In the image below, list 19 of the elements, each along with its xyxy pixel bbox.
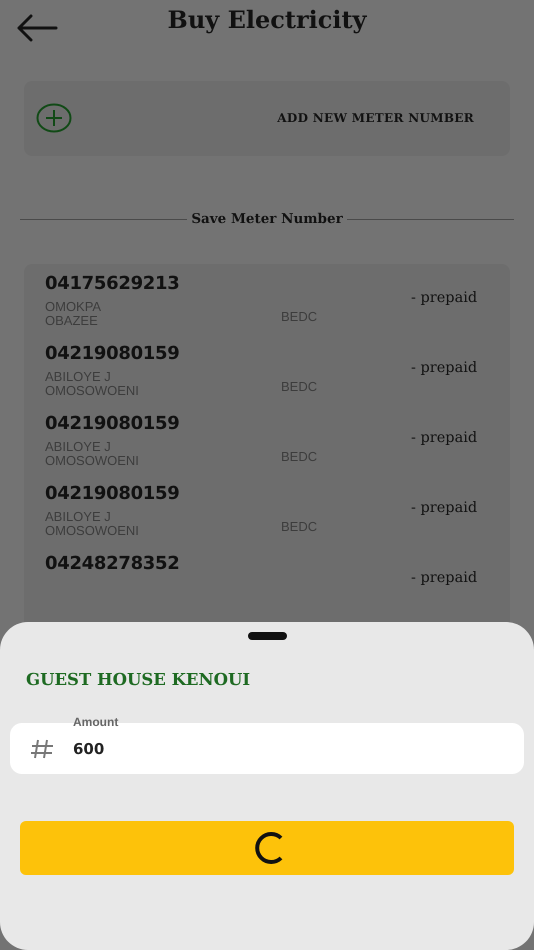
sheet-title: GUEST HOUSE KENOUI bbox=[26, 670, 252, 689]
hash-icon bbox=[30, 738, 54, 760]
section-title: Save Meter Number bbox=[191, 211, 343, 227]
add-meter-card[interactable]: ADD NEW METER NUMBER bbox=[24, 80, 510, 156]
back-arrow-icon[interactable] bbox=[16, 14, 58, 42]
add-meter-label: ADD NEW METER NUMBER bbox=[277, 111, 474, 126]
meter-number[interactable]: 04219080159 bbox=[45, 342, 281, 366]
meter-number[interactable]: 04219080159 bbox=[45, 412, 281, 436]
meter-type: - prepaid bbox=[411, 360, 478, 376]
plus-circle-icon bbox=[36, 103, 72, 134]
meter-type: - prepaid bbox=[411, 290, 478, 306]
page-title: Buy Electricity bbox=[168, 5, 366, 34]
meter-number[interactable]: 04248278352 bbox=[45, 552, 281, 576]
meter-type: - prepaid bbox=[411, 570, 478, 586]
drag-handle[interactable] bbox=[248, 632, 286, 640]
meter-number[interactable]: 04175629213 bbox=[45, 272, 281, 296]
meter-number[interactable]: 04219080159 bbox=[45, 482, 281, 506]
meter-type: - prepaid bbox=[411, 430, 478, 446]
meter-type: - prepaid bbox=[411, 500, 478, 516]
